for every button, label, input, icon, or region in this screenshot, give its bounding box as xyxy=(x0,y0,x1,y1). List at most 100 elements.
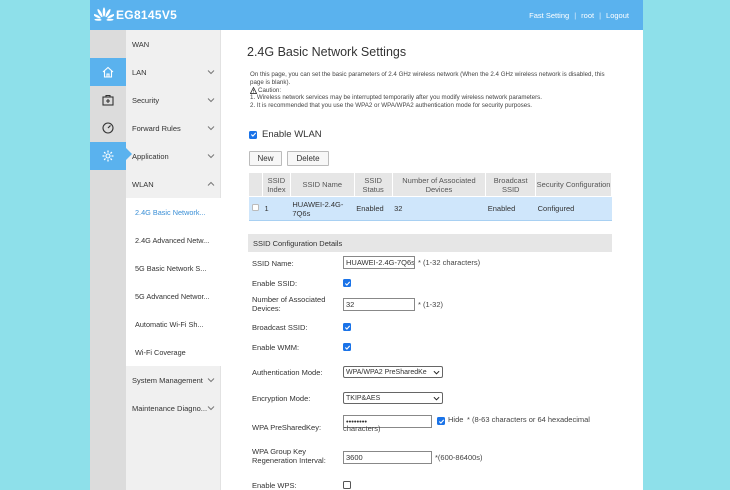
menu-label: Application xyxy=(132,151,169,161)
enable-wps-checkbox[interactable] xyxy=(343,481,351,489)
submenu-item-wifi-share[interactable]: Automatic Wi-Fi Sh... xyxy=(126,310,221,338)
encryption-mode-select[interactable]: TKIP&AES xyxy=(343,392,443,404)
menu-item-wlan[interactable]: WLAN xyxy=(126,170,221,198)
menu-item-application[interactable]: Application xyxy=(126,142,221,170)
menu-label: Maintenance Diagno... xyxy=(132,403,208,413)
menu-item-forward-rules[interactable]: Forward Rules xyxy=(126,114,221,142)
divider: | xyxy=(574,11,577,20)
chevron-down-icon xyxy=(207,378,215,383)
menu-label: WLAN xyxy=(132,179,154,189)
ssid-status-cell: Enabled xyxy=(354,196,393,221)
enable-wmm-label: Enable WMM: xyxy=(252,343,300,352)
menu-item-wan[interactable]: WAN xyxy=(126,30,221,58)
authentication-mode-row: WPA/WPA2 PreSharedKe xyxy=(343,366,443,378)
row-select-cell xyxy=(248,196,263,221)
menu-label: Forward Rules xyxy=(132,123,181,133)
menu-label: Security xyxy=(132,95,160,105)
chevron-down-icon xyxy=(433,396,440,401)
associated-devices-cell: 32 xyxy=(392,196,486,221)
home-icon xyxy=(102,66,114,78)
broadcast-ssid-checkbox[interactable] xyxy=(343,323,351,331)
chevron-down-icon xyxy=(433,370,440,375)
regeneration-interval-label: WPA Group Key Regeneration Interval: xyxy=(252,447,326,465)
page-title: 2.4G Basic Network Settings xyxy=(247,45,407,59)
menu-label: LAN xyxy=(132,67,147,77)
delete-button[interactable]: Delete xyxy=(287,151,329,166)
column-header: Security Configuration xyxy=(535,172,612,197)
authentication-mode-select[interactable]: WPA/WPA2 PreSharedKe xyxy=(343,366,443,378)
ssid-name-cell: HUAWEI-2.4G-7Q6s xyxy=(290,196,355,221)
status-nav-button[interactable] xyxy=(90,114,126,142)
ssid-name-input[interactable]: HUAWEI-2.4G-7Q6s xyxy=(343,256,415,269)
enable-wlan-checkbox[interactable] xyxy=(249,130,257,139)
fast-setting-link[interactable]: Fast Setting xyxy=(524,11,574,20)
ssid-name-row: HUAWEI-2.4G-7Q6s * (1-32 characters) xyxy=(343,256,480,269)
menu-item-security[interactable]: Security xyxy=(126,86,221,114)
chevron-down-icon xyxy=(207,126,215,131)
user-link[interactable]: root xyxy=(576,11,599,20)
check-icon xyxy=(344,281,350,286)
device-model-title: EG8145V5 xyxy=(116,8,178,22)
chevron-down-icon xyxy=(207,154,215,159)
note-1: 1. Wireless network services may be inte… xyxy=(250,94,542,102)
enable-wlan-label: Enable WLAN xyxy=(262,129,322,140)
top-links: Fast Setting | root | Logout xyxy=(524,11,634,20)
enable-wps-label: Enable WPS: xyxy=(252,481,297,490)
authentication-mode-label: Authentication Mode: xyxy=(252,368,323,377)
diagnose-nav-button[interactable] xyxy=(90,86,126,114)
encryption-mode-value: TKIP&AES xyxy=(346,394,381,402)
submenu-label: 2.4G Basic Network... xyxy=(135,207,206,217)
check-icon xyxy=(344,325,350,330)
chevron-down-icon xyxy=(207,70,215,75)
broadcast-ssid-row xyxy=(343,323,351,331)
associated-devices-hint: * (1-32) xyxy=(418,300,444,309)
submenu-label: 5G Advanced Networ... xyxy=(135,291,210,301)
dashboard-icon xyxy=(102,122,114,134)
column-header: SSID Index xyxy=(261,172,291,197)
enable-wps-row xyxy=(343,481,351,489)
submenu-item-5g-advanced[interactable]: 5G Advanced Networ... xyxy=(126,282,221,310)
submenu-label: 5G Basic Network S... xyxy=(135,263,207,273)
security-config-cell: Configured xyxy=(535,196,612,221)
menu-item-system-management[interactable]: System Management xyxy=(126,366,221,394)
first-aid-icon xyxy=(102,94,114,106)
regeneration-interval-hint: *(600-86400s) xyxy=(435,453,483,462)
chevron-up-icon xyxy=(207,181,215,186)
chevron-down-icon xyxy=(207,98,215,103)
regeneration-interval-input[interactable]: 3600 xyxy=(343,451,432,464)
wpa-presharedkey-hint: * (8-63 characters or 64 hexadecimal cha… xyxy=(343,415,590,433)
logout-link[interactable]: Logout xyxy=(601,11,634,20)
ssid-name-hint: * (1-32 characters) xyxy=(418,258,481,267)
enable-ssid-row xyxy=(343,279,351,287)
check-icon xyxy=(344,345,350,350)
associated-devices-input[interactable]: 32 xyxy=(343,298,415,311)
associated-devices-label: Number of Associated Devices: xyxy=(252,295,326,313)
submenu-item-wifi-coverage[interactable]: Wi-Fi Coverage xyxy=(126,338,221,366)
enable-wmm-checkbox[interactable] xyxy=(343,343,351,351)
advanced-nav-button[interactable] xyxy=(90,142,126,170)
gear-icon xyxy=(102,150,114,162)
caution-label: Caution: xyxy=(258,86,282,94)
submenu-item-24g-advanced[interactable]: 2.4G Advanced Netw... xyxy=(126,226,221,254)
enable-ssid-label: Enable SSID: xyxy=(252,279,298,288)
enable-wmm-row xyxy=(343,343,351,351)
wpa-presharedkey-label: WPA PreSharedKey: xyxy=(252,423,322,432)
new-button[interactable]: New xyxy=(249,151,282,166)
submenu-item-5g-basic[interactable]: 5G Basic Network S... xyxy=(126,254,221,282)
regeneration-interval-row: 3600 *(600-86400s) xyxy=(343,451,483,464)
settings-menu: WAN LAN Security Forward Rules Applicati… xyxy=(126,30,221,490)
enable-ssid-checkbox[interactable] xyxy=(343,279,351,287)
menu-item-maintenance[interactable]: Maintenance Diagno... xyxy=(126,394,221,422)
table-header-row: SSID Index SSID Name SSID Status Number … xyxy=(248,172,612,197)
menu-item-lan[interactable]: LAN xyxy=(126,58,221,86)
top-bar: EG8145V5 Fast Setting | root | Logout xyxy=(90,0,643,30)
description-text: On this page, you can set the basic para… xyxy=(250,71,605,86)
home-nav-button[interactable] xyxy=(90,58,126,86)
row-select-checkbox[interactable] xyxy=(251,204,259,211)
page-description: On this page, you can set the basic para… xyxy=(250,71,620,110)
column-header: SSID Status xyxy=(353,172,393,197)
select-column-header xyxy=(248,172,263,197)
table-row[interactable]: 1 HUAWEI-2.4G-7Q6s Enabled 32 Enabled Co… xyxy=(248,196,612,221)
submenu-item-24g-basic[interactable]: 2.4G Basic Network... xyxy=(126,198,221,226)
router-admin-window: EG8145V5 Fast Setting | root | Logout WA… xyxy=(90,0,643,490)
